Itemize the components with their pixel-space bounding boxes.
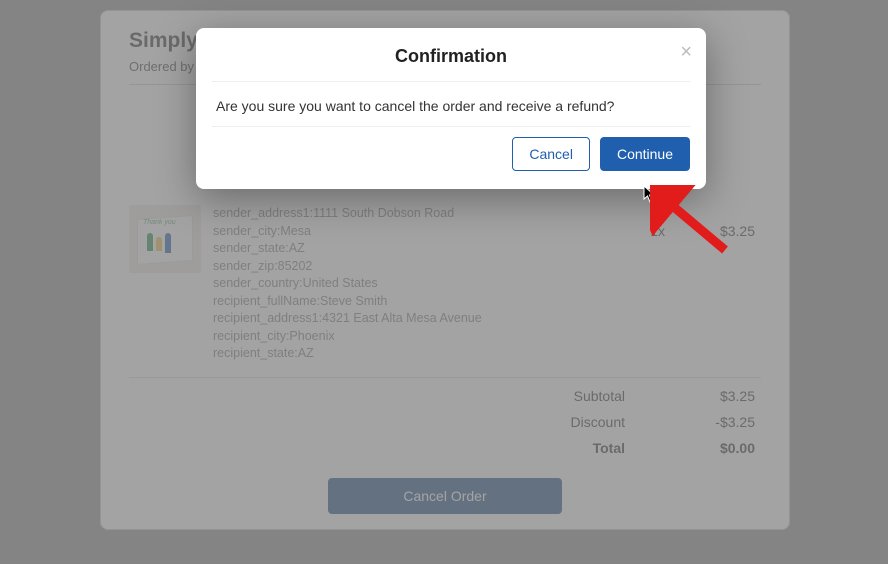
cancel-button[interactable]: Cancel bbox=[512, 137, 590, 171]
modal-header: Confirmation × bbox=[196, 28, 706, 81]
modal-footer: Cancel Continue bbox=[196, 127, 706, 189]
close-icon[interactable]: × bbox=[680, 42, 692, 62]
modal-title: Confirmation bbox=[395, 46, 507, 66]
modal-body-text: Are you sure you want to cancel the orde… bbox=[196, 82, 706, 126]
continue-button[interactable]: Continue bbox=[600, 137, 690, 171]
confirmation-modal: Confirmation × Are you sure you want to … bbox=[196, 28, 706, 189]
